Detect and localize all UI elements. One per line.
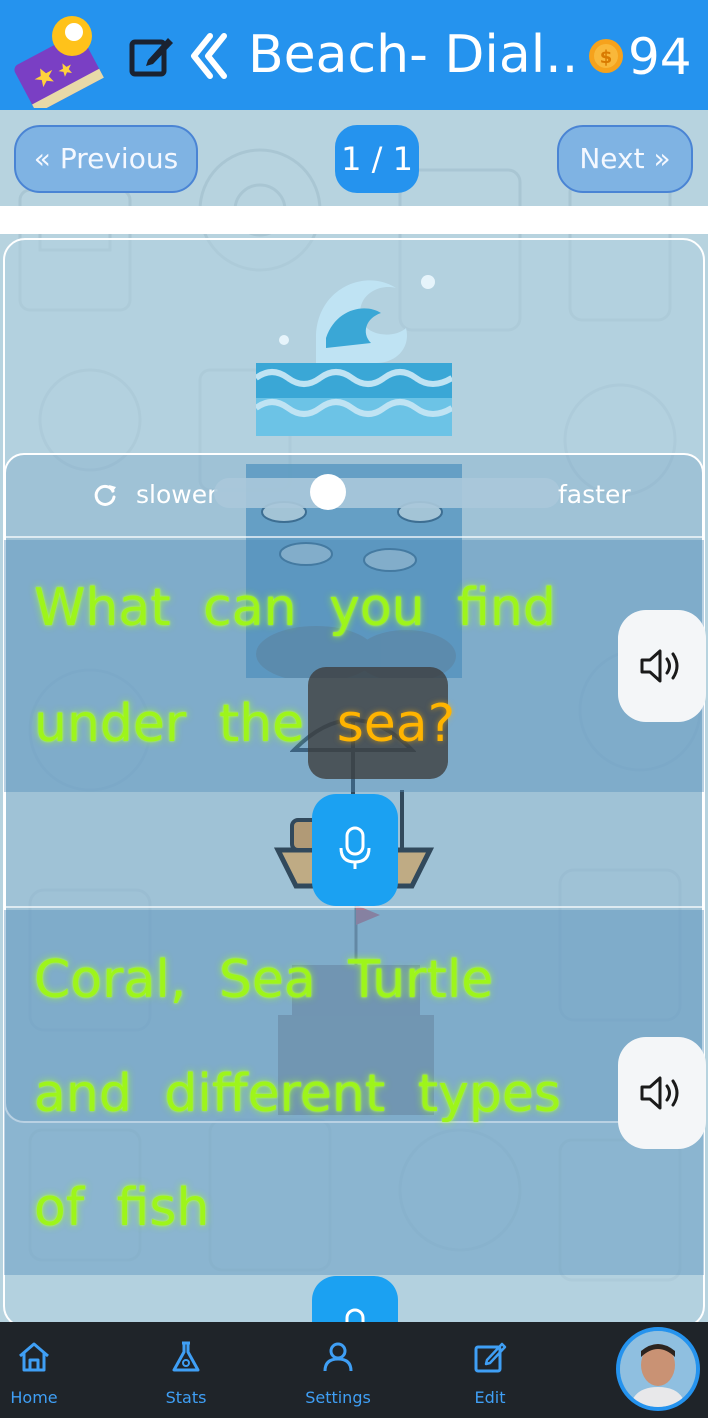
record-button[interactable] bbox=[312, 794, 398, 906]
coin-icon: $ bbox=[589, 39, 623, 73]
chevron-left-double-icon: « bbox=[33, 142, 51, 175]
nav-home-label: Home bbox=[10, 1388, 58, 1407]
edit-icon[interactable] bbox=[128, 32, 176, 80]
wave-illustration bbox=[256, 275, 452, 436]
home-icon bbox=[19, 1342, 49, 1372]
divider bbox=[4, 906, 704, 908]
user-icon bbox=[323, 1342, 353, 1372]
previous-label: Previous bbox=[59, 142, 179, 175]
bottom-navigation: Home Stats Settings Edit bbox=[0, 1322, 708, 1418]
page-indicator: 1 / 1 bbox=[335, 125, 419, 193]
answer-line-2: and different types bbox=[34, 1064, 561, 1124]
divider bbox=[0, 206, 708, 234]
answer-line-3: of fish bbox=[34, 1178, 210, 1238]
highlighted-word: sea? bbox=[336, 694, 456, 754]
nav-edit-label: Edit bbox=[474, 1388, 506, 1407]
speed-slider-thumb[interactable] bbox=[310, 474, 347, 510]
answer-line-1: Coral, Sea Turtle bbox=[34, 950, 494, 1010]
nav-settings-label: Settings bbox=[305, 1388, 371, 1407]
chevron-right-double-icon: » bbox=[653, 142, 671, 175]
nav-settings[interactable]: Settings bbox=[288, 1322, 388, 1418]
nav-stats-label: Stats bbox=[165, 1388, 207, 1407]
reset-icon[interactable] bbox=[92, 482, 118, 508]
nav-stats[interactable]: Stats bbox=[136, 1322, 236, 1418]
page-title: Beach- Dial... bbox=[248, 25, 578, 85]
avatar-photo bbox=[620, 1331, 696, 1407]
question-line-2: under the sea? bbox=[34, 696, 455, 752]
coin-count: 94 bbox=[628, 28, 692, 86]
avatar[interactable] bbox=[616, 1327, 700, 1411]
play-question-button[interactable] bbox=[618, 610, 706, 722]
book-icon[interactable] bbox=[12, 8, 104, 108]
svg-text:$: $ bbox=[600, 47, 613, 68]
speaker-icon bbox=[640, 649, 679, 683]
divider bbox=[4, 536, 704, 538]
play-answer-button[interactable] bbox=[618, 1037, 706, 1149]
nav-edit[interactable]: Edit bbox=[440, 1322, 540, 1418]
question-line-1: What can you find bbox=[34, 578, 556, 638]
next-button[interactable]: Next » bbox=[557, 125, 693, 193]
speed-slower-label: slower bbox=[136, 480, 218, 509]
previous-button[interactable]: « Previous bbox=[14, 125, 198, 193]
flask-icon bbox=[172, 1341, 200, 1372]
speed-faster-label: faster bbox=[558, 480, 631, 509]
chevron-left-double-icon[interactable] bbox=[188, 30, 228, 82]
speaker-icon bbox=[640, 1076, 679, 1110]
speed-slider[interactable] bbox=[214, 478, 560, 508]
microphone-icon bbox=[339, 826, 371, 869]
next-label: Next bbox=[579, 142, 645, 175]
app-header: Beach- Dial... $ 94 bbox=[0, 0, 708, 110]
edit-icon bbox=[474, 1342, 507, 1373]
nav-home[interactable]: Home bbox=[0, 1322, 84, 1418]
speed-control: slower faster bbox=[4, 468, 704, 524]
question-line-2-text: under the bbox=[34, 694, 337, 754]
